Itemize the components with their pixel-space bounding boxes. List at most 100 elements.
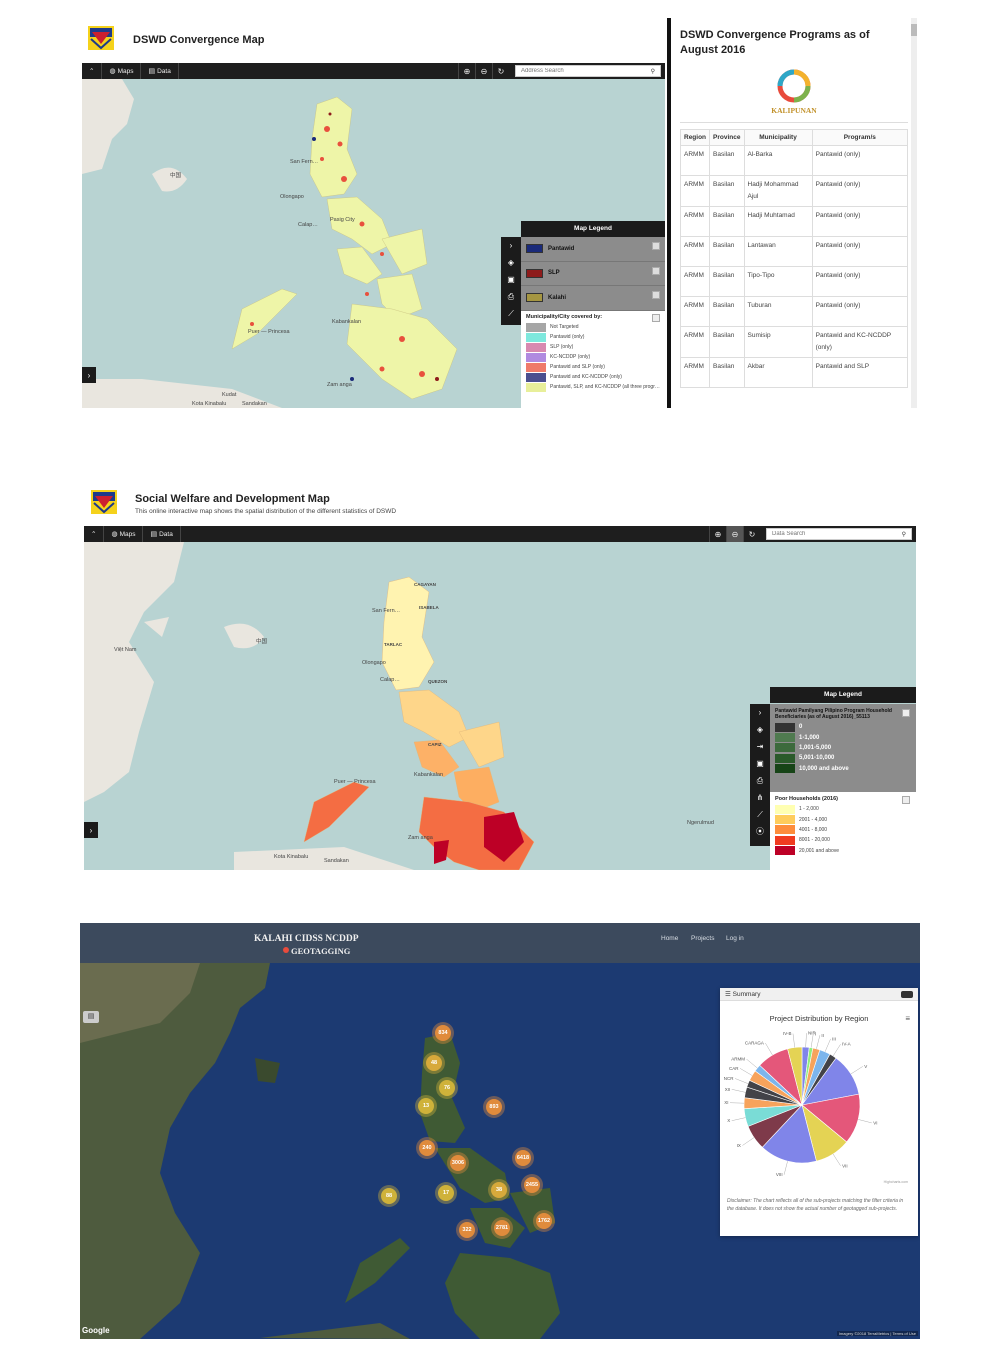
print-button[interactable]: ⎙: [750, 772, 770, 789]
data-search-field[interactable]: ⚲: [766, 528, 912, 540]
share-button[interactable]: ⋔: [750, 789, 770, 806]
legend-swatch: [775, 733, 795, 743]
map-label-zamboanga: Zam anga: [327, 382, 352, 388]
pie-connector: [731, 1117, 746, 1121]
coverage-checkbox[interactable]: [652, 314, 660, 322]
project-cluster-marker[interactable]: 88: [381, 1188, 397, 1204]
chart-menu-button[interactable]: ≡: [905, 1014, 910, 1023]
table-cell: Pantawid (only): [811, 296, 909, 327]
table-cell: Tipo-Tipo: [743, 266, 813, 297]
layer-checkbox[interactable]: [652, 291, 660, 300]
project-cluster-marker[interactable]: 1762: [536, 1213, 552, 1229]
expand-sidebar-button[interactable]: ›: [82, 367, 96, 383]
summary-header: ☰ Summary: [720, 988, 918, 1001]
pie-label: I: [815, 1031, 816, 1036]
refresh-button[interactable]: ↻: [743, 526, 760, 542]
legend-layer-row[interactable]: SLP: [521, 262, 665, 287]
table-row[interactable]: ARMM Basilan Hadji Mohammad Ajul Pantawid (…: [679, 175, 909, 207]
address-search-input[interactable]: [521, 68, 651, 74]
export-button[interactable]: ⇥: [750, 738, 770, 755]
table-row[interactable]: ARMM Basilan Tuburan Pantawid (only): [679, 296, 909, 327]
nav-home-link[interactable]: Home: [661, 935, 678, 942]
layer-checkbox[interactable]: [652, 266, 660, 275]
list-icon: ☰: [725, 991, 731, 998]
zoom-in-button[interactable]: ⊕: [709, 526, 726, 542]
project-cluster-marker[interactable]: 6418: [515, 1150, 531, 1166]
coverage-title: Municipality/City covered by:: [526, 314, 603, 320]
project-cluster-marker[interactable]: 17: [438, 1185, 454, 1201]
legend-collapse-button[interactable]: ›: [501, 237, 521, 254]
brand-bottom-text: GEOTAGGING: [291, 946, 351, 956]
zoom-out-button[interactable]: ⊖: [726, 526, 743, 542]
collapse-button[interactable]: ⌃: [82, 63, 103, 79]
location-button[interactable]: ⦿: [750, 823, 770, 840]
layer-toggle-button[interactable]: ▤: [83, 1011, 99, 1023]
legend-layer-row[interactable]: Kalahi: [521, 286, 665, 311]
project-cluster-marker[interactable]: 13: [418, 1098, 434, 1114]
table-row[interactable]: ARMM Basilan Lantawan Pantawid (only): [679, 236, 909, 267]
nav-projects-link[interactable]: Projects: [691, 935, 714, 942]
refresh-button[interactable]: ↻: [492, 63, 509, 79]
table-row[interactable]: ARMM Basilan Sumisip Pantawid and KC-NCDDP …: [679, 326, 909, 358]
project-cluster-marker[interactable]: 240: [419, 1140, 435, 1156]
map-attribution[interactable]: Imagery ©2018 TerraMetrics | Terms of Us…: [836, 1331, 918, 1336]
project-cluster-marker[interactable]: 322: [459, 1222, 475, 1238]
map-label-quezon: QUEZON: [428, 679, 448, 684]
legend-swatch: [775, 835, 795, 845]
print-icon: ⎙: [507, 291, 515, 301]
table-cell: Basilan: [709, 326, 745, 358]
expand-sidebar-button[interactable]: ›: [84, 822, 98, 838]
legend-label: Not Targeted: [550, 324, 579, 330]
nav-login-link[interactable]: Log in: [726, 935, 744, 942]
zoom-in-icon: ⊕: [463, 66, 471, 76]
legend-collapse-button[interactable]: ›: [750, 704, 770, 721]
legend-pantawid-layer: Pantawid Pamilyang Pilipino Program Hous…: [770, 704, 916, 792]
project-cluster-marker[interactable]: 38: [491, 1182, 507, 1198]
measure-button[interactable]: ⟋: [501, 305, 521, 322]
project-cluster-marker[interactable]: 76: [439, 1080, 455, 1096]
data-button[interactable]: ▤ Data: [143, 526, 181, 542]
data-search-input[interactable]: [772, 531, 902, 537]
summary-toggle-button[interactable]: [901, 991, 913, 998]
measure-button[interactable]: ⟋: [750, 806, 770, 823]
layer-label: Pantawid: [548, 245, 575, 252]
image-button[interactable]: ▣: [750, 755, 770, 772]
table-row[interactable]: ARMM Basilan Hadji Muhtamad Pantawid (only): [679, 206, 909, 237]
project-cluster-marker[interactable]: 2781: [494, 1220, 510, 1236]
globe-icon: ◍: [109, 68, 116, 75]
scrollbar[interactable]: [911, 18, 917, 408]
map-label-sandakan: Sandakan: [324, 858, 349, 864]
table-row[interactable]: ARMM Basilan Akbar Pantawid and SLP: [679, 357, 909, 388]
zoom-in-button[interactable]: ⊕: [458, 63, 475, 79]
layer-checkbox[interactable]: [652, 242, 660, 250]
pie-label: V: [864, 1064, 867, 1069]
pie-label: VIII: [776, 1172, 783, 1177]
print-button[interactable]: ⎙: [501, 288, 521, 305]
pantawid-layer-checkbox[interactable]: [902, 709, 910, 717]
layers-button[interactable]: ◈: [501, 254, 521, 271]
table-cell: ARMM: [679, 296, 711, 327]
search-icon[interactable]: ⚲: [651, 68, 655, 75]
maps-button[interactable]: ◍ Maps: [102, 63, 142, 79]
layers-button[interactable]: ◈: [750, 721, 770, 738]
project-cluster-marker[interactable]: 893: [486, 1099, 502, 1115]
legend-layer-row[interactable]: Pantawid: [521, 237, 665, 262]
brand-top-text: KALAHI CIDSS NCDDP: [254, 934, 359, 944]
poor-households-checkbox[interactable]: [902, 796, 910, 804]
legend-swatch: [775, 825, 795, 835]
table-row[interactable]: ARMM Basilan Al-Barka Pantawid (only): [679, 145, 909, 176]
maps-button[interactable]: ◍ Maps: [104, 526, 144, 542]
table-row[interactable]: ARMM Basilan Tipo-Tipo Pantawid (only): [679, 266, 909, 297]
address-search-field[interactable]: ⚲: [515, 65, 661, 77]
collapse-button[interactable]: ⌃: [84, 526, 105, 542]
zoom-out-button[interactable]: ⊖: [475, 63, 492, 79]
project-cluster-marker[interactable]: 2455: [524, 1177, 540, 1193]
project-cluster-marker[interactable]: 48: [426, 1055, 442, 1071]
map-label-sandakan: Sandakan: [242, 401, 267, 407]
search-icon[interactable]: ⚲: [902, 531, 906, 538]
layer-swatch: [526, 268, 543, 278]
project-cluster-marker[interactable]: 3006: [450, 1155, 466, 1171]
project-cluster-marker[interactable]: 834: [435, 1025, 451, 1041]
image-button[interactable]: ▣: [501, 271, 521, 288]
data-button[interactable]: ▤ Data: [141, 63, 179, 79]
